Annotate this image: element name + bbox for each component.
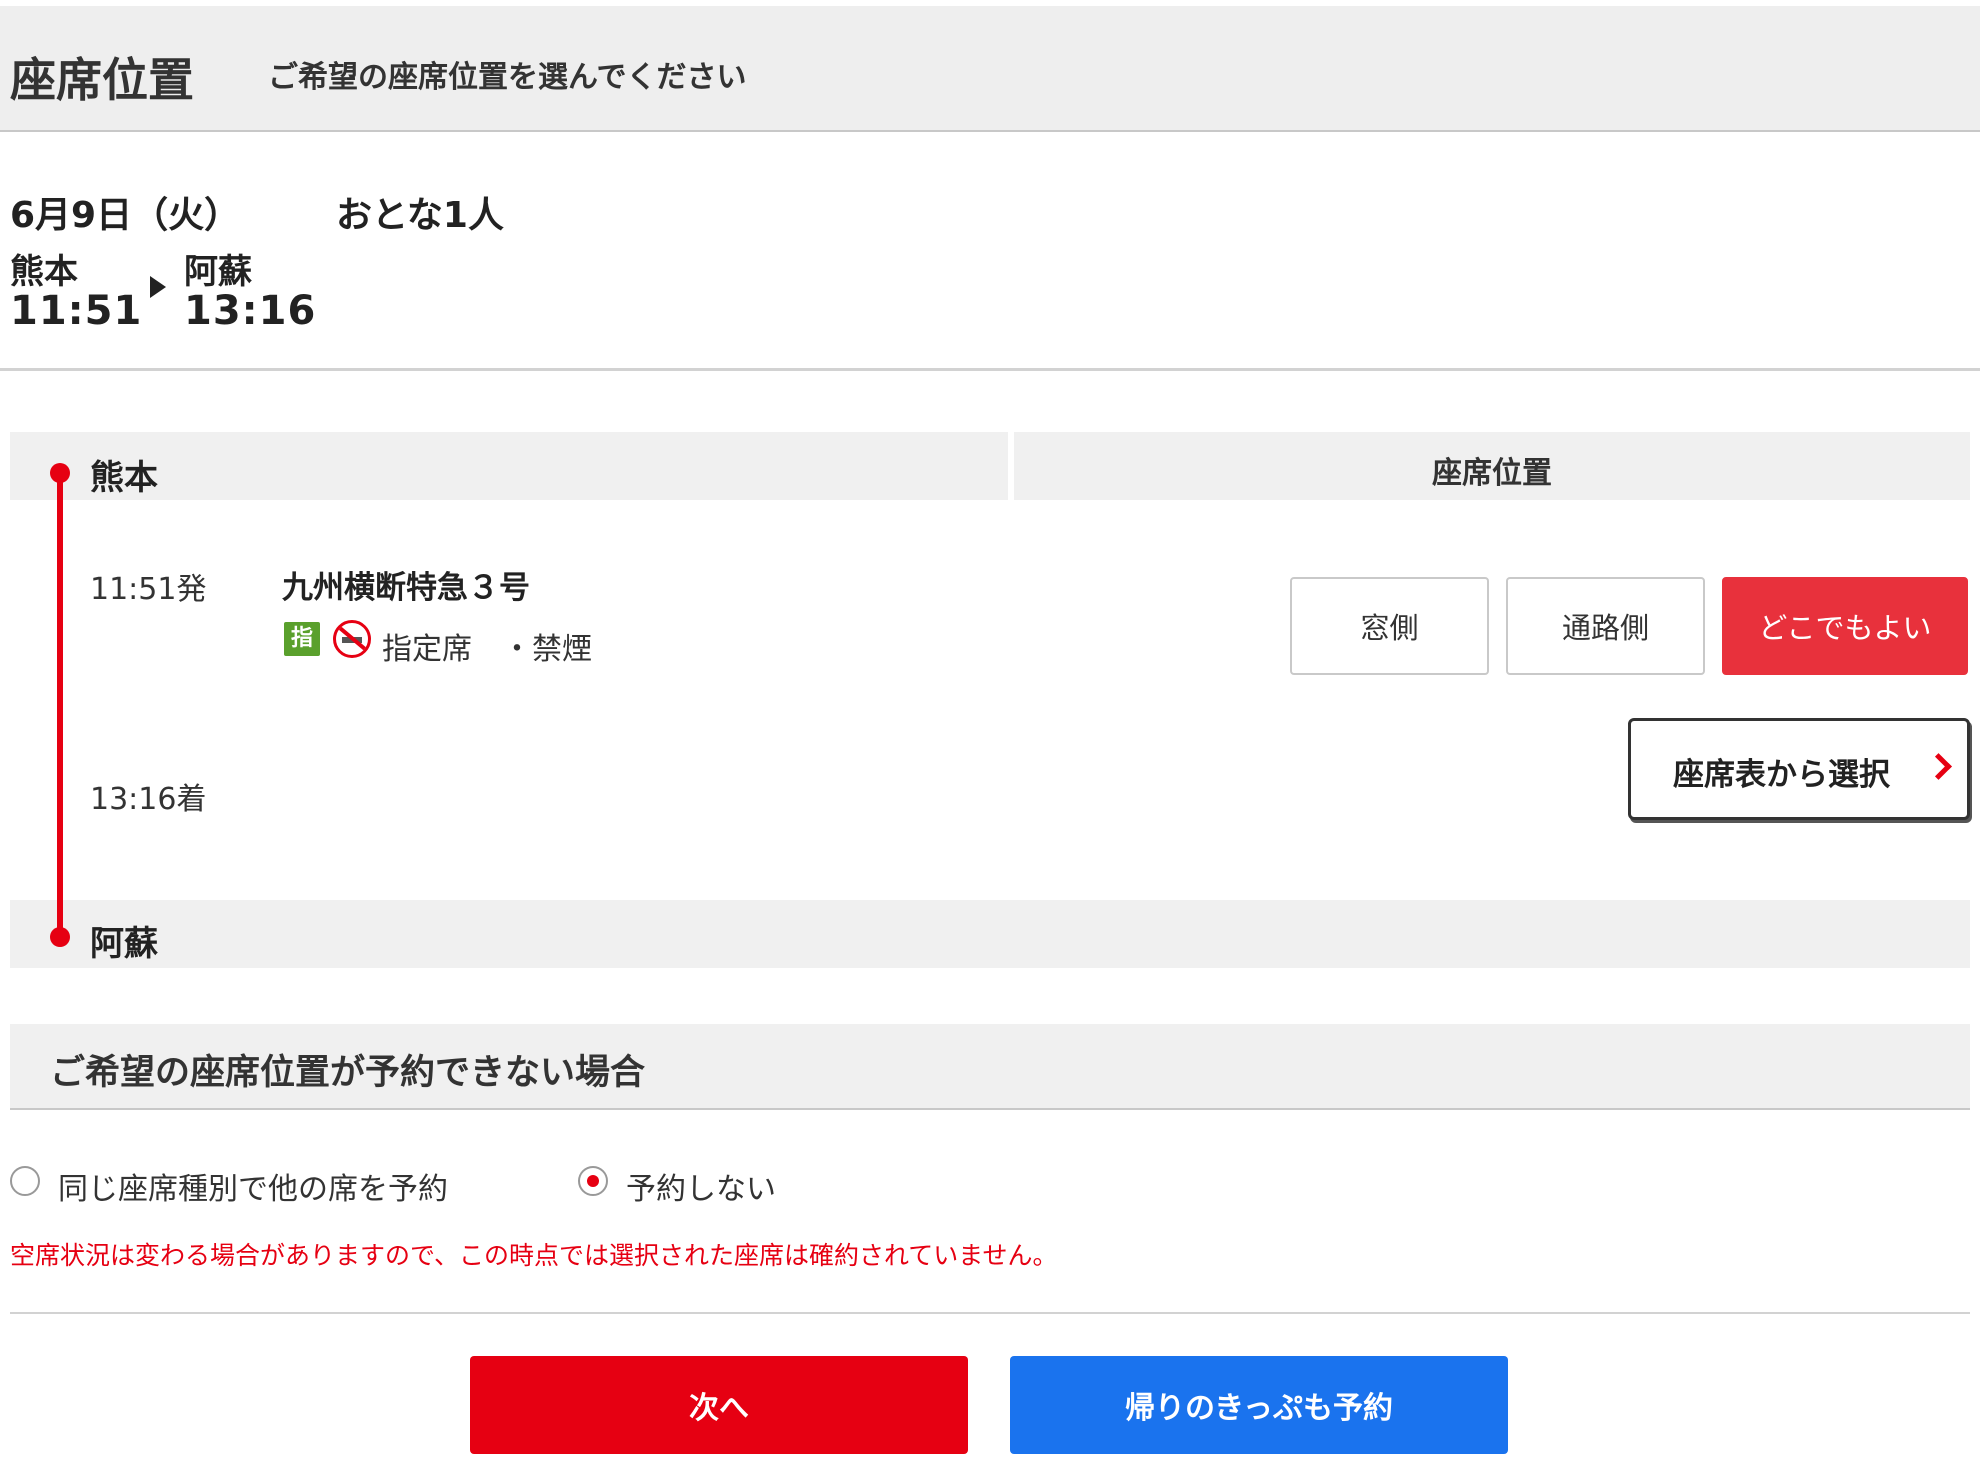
arrival-header bbox=[10, 900, 1970, 968]
arrival-dot-icon bbox=[50, 927, 70, 947]
seat-type-label: 指定席 ・禁煙 bbox=[382, 632, 592, 667]
arrow-right-icon bbox=[150, 276, 166, 298]
origin-station: 熊本 bbox=[10, 252, 78, 292]
route-timeline bbox=[57, 472, 63, 938]
no-smoking-icon bbox=[333, 620, 371, 658]
reserve-return-button[interactable]: 帰りのきっぷも予約 bbox=[1010, 1356, 1508, 1454]
availability-notice: 空席状況は変わる場合がありますので、この時点では選択された座席は確約されていませ… bbox=[10, 1241, 1058, 1270]
destination-station: 阿蘇 bbox=[184, 252, 252, 292]
arrival-station-label: 阿蘇 bbox=[90, 924, 158, 964]
reserved-seat-icon: 指 bbox=[284, 622, 320, 656]
any-seat-button[interactable]: どこでもよい bbox=[1722, 577, 1968, 675]
aisle-seat-button[interactable]: 通路側 bbox=[1506, 577, 1705, 675]
trip-passengers: おとな1人 bbox=[336, 195, 504, 236]
fallback-title: ご希望の座席位置が予約できない場合 bbox=[50, 1053, 646, 1093]
departure-dot-icon bbox=[50, 463, 70, 483]
chevron-right-icon bbox=[1925, 753, 1952, 780]
origin-time: 11:51 bbox=[10, 288, 143, 334]
radio-do-not-reserve[interactable] bbox=[578, 1166, 608, 1196]
page-subtitle: ご希望の座席位置を選んでください bbox=[268, 60, 747, 95]
next-button[interactable]: 次へ bbox=[470, 1356, 968, 1454]
segment-header bbox=[10, 432, 1008, 500]
trip-date: 6月9日（火） bbox=[10, 195, 241, 236]
page-title: 座席位置 bbox=[10, 53, 194, 107]
radio-reserve-other-seat-label[interactable]: 同じ座席種別で他の席を予約 bbox=[58, 1164, 448, 1208]
departure-time: 11:51発 bbox=[90, 572, 207, 607]
divider bbox=[0, 368, 1980, 371]
radio-reserve-other-seat[interactable] bbox=[10, 1166, 40, 1196]
window-seat-button[interactable]: 窓側 bbox=[1290, 577, 1489, 675]
radio-do-not-reserve-label[interactable]: 予約しない bbox=[626, 1164, 776, 1208]
seat-map-button-label: 座席表から選択 bbox=[1673, 757, 1890, 793]
seat-map-button[interactable]: 座席表から選択 bbox=[1628, 718, 1970, 820]
train-name: 九州横断特急３号 bbox=[282, 570, 530, 606]
arrival-time: 13:16着 bbox=[90, 782, 207, 817]
seat-column-title: 座席位置 bbox=[1432, 456, 1552, 491]
departure-station-label: 熊本 bbox=[90, 458, 158, 498]
destination-time: 13:16 bbox=[184, 288, 317, 334]
divider bbox=[10, 1312, 1970, 1314]
